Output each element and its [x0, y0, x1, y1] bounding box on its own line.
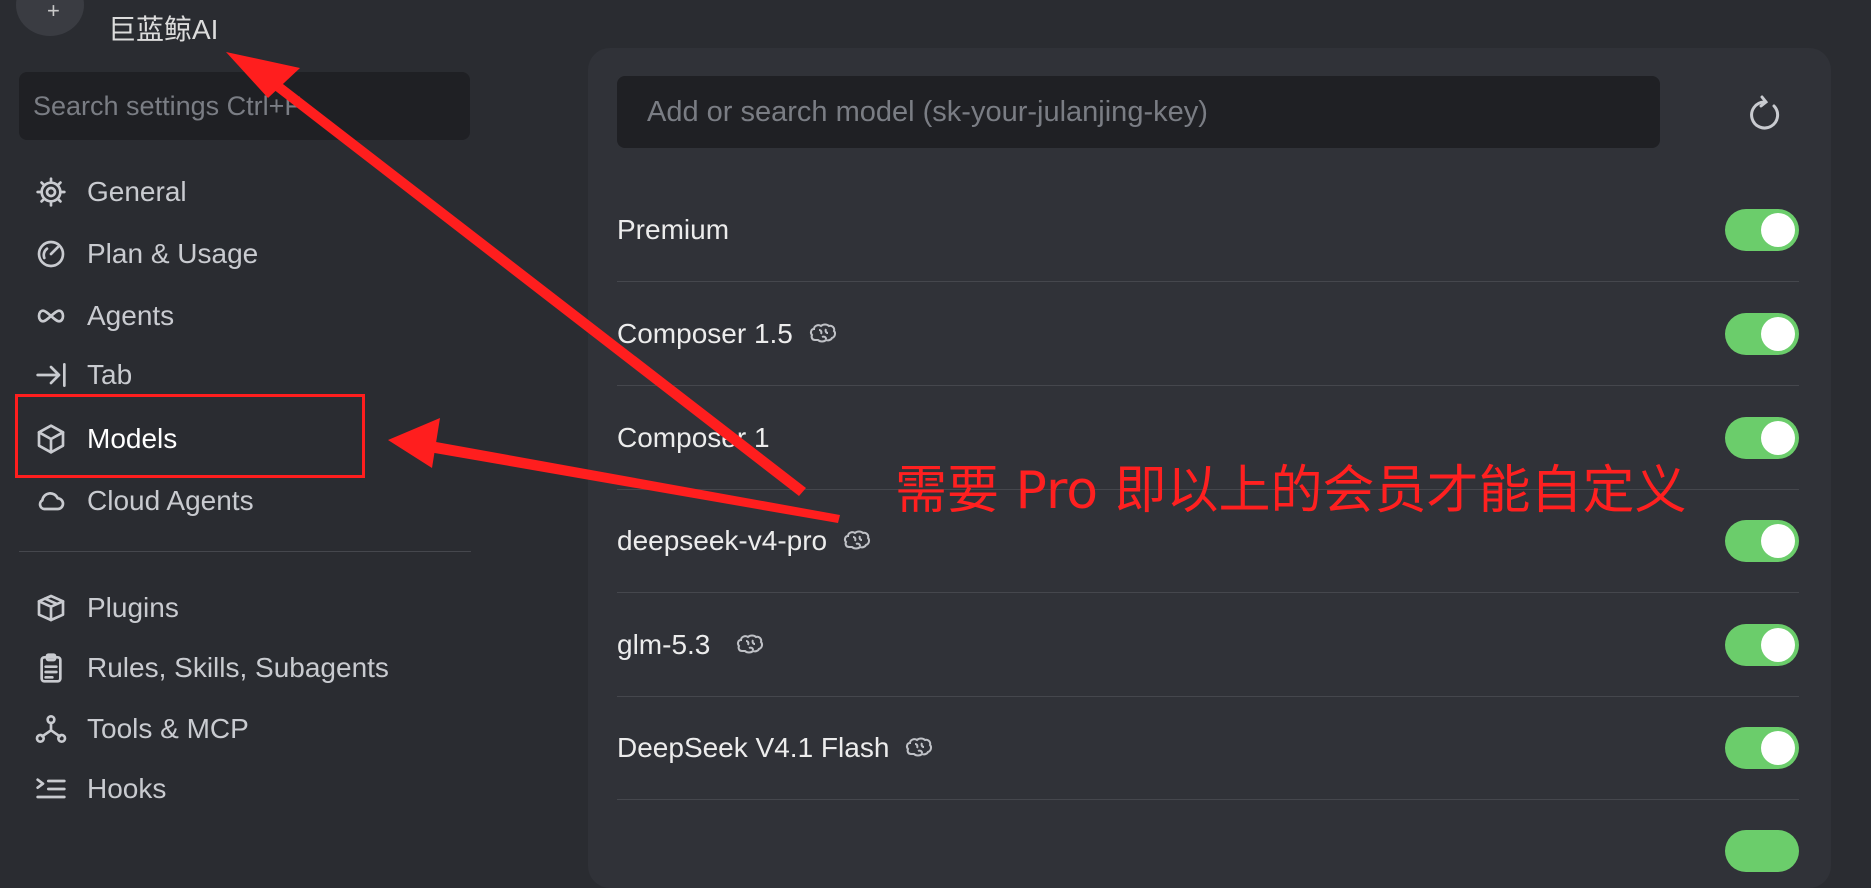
sidebar-item-rules-skills-subagents[interactable]: Rules, Skills, Subagents	[34, 642, 389, 694]
sidebar-item-agents[interactable]: Agents	[34, 290, 174, 342]
brand-name: 巨蓝鲸AI	[108, 14, 219, 45]
model-search-placeholder: Add or search model (sk-your-julanjing-k…	[647, 95, 1208, 128]
cloud-icon	[34, 484, 68, 518]
list-arrow-icon	[34, 772, 68, 806]
toggle-knob	[1761, 731, 1795, 765]
sidebar-item-label: General	[87, 176, 187, 207]
toggle-knob	[1761, 628, 1795, 662]
nodes-icon	[34, 712, 68, 746]
sidebar-item-label: Tab	[87, 359, 133, 390]
refresh-icon[interactable]	[1744, 94, 1784, 134]
sidebar-item-cloud-agents[interactable]: Cloud Agents	[34, 475, 254, 527]
sidebar-item-label: Tools & MCP	[87, 713, 249, 744]
brain-icon	[843, 529, 871, 553]
gauge-icon	[34, 237, 68, 271]
sidebar-item-general[interactable]: General	[34, 166, 187, 218]
model-toggle[interactable]	[1725, 520, 1799, 562]
sidebar-item-label: Agents	[87, 300, 175, 331]
brain-icon	[809, 322, 837, 346]
toggle-knob	[1761, 421, 1795, 455]
model-row-composer-1-5: Composer 1.5	[617, 282, 1799, 386]
brain-icon	[905, 736, 933, 760]
plus-icon: +	[47, 0, 60, 23]
toggle-knob	[1761, 524, 1795, 558]
model-toggle[interactable]	[1725, 313, 1799, 355]
settings-search-input[interactable]: Search settings Ctrl+F	[19, 72, 470, 140]
model-search-input[interactable]: Add or search model (sk-your-julanjing-k…	[617, 76, 1660, 148]
toggle-knob	[1761, 317, 1795, 351]
infinity-icon	[34, 299, 68, 333]
annotation-text: 需要 Pro 即以上的会员才能自定义	[895, 461, 1687, 521]
model-toggle[interactable]	[1725, 209, 1799, 251]
sidebar-item-tools-mcp[interactable]: Tools & MCP	[34, 703, 249, 755]
model-row-deepseek-v4-1-flash: DeepSeek V4.1 Flash	[617, 696, 1799, 800]
model-name: Composer 1.5	[617, 317, 793, 349]
model-toggle[interactable]	[1725, 417, 1799, 459]
model-name: Composer 1	[617, 421, 770, 453]
model-toggle[interactable]	[1725, 727, 1799, 769]
sidebar-item-hooks[interactable]: Hooks	[34, 763, 166, 815]
models-highlight-annotation	[15, 394, 365, 478]
model-name: Premium	[617, 213, 730, 245]
settings-search-placeholder: Search settings Ctrl+F	[33, 90, 301, 121]
sidebar-item-label: Plan & Usage	[87, 238, 259, 269]
sidebar-item-label: Hooks	[87, 773, 167, 804]
sidebar-item-plan-usage[interactable]: Plan & Usage	[34, 228, 258, 280]
model-name: deepseek-v4-pro	[617, 524, 828, 556]
sidebar-divider	[19, 551, 471, 552]
box-icon	[34, 591, 68, 625]
sidebar-item-label: Plugins	[87, 592, 179, 623]
model-name: DeepSeek V4.1 Flash	[617, 731, 890, 763]
gear-icon	[34, 175, 68, 209]
model-toggle-partial[interactable]	[1725, 830, 1799, 872]
sidebar-item-label: Rules, Skills, Subagents	[87, 652, 389, 683]
brain-icon	[736, 633, 764, 657]
arrow-right-bar-icon	[34, 358, 68, 392]
model-row-premium: Premium	[617, 178, 1799, 282]
sidebar-item-label: Cloud Agents	[87, 485, 254, 516]
model-toggle[interactable]	[1725, 624, 1799, 666]
model-row-glm-5-3: glm-5.3	[617, 593, 1799, 697]
clipboard-icon	[34, 651, 68, 685]
toggle-knob	[1761, 213, 1795, 247]
model-name: glm-5.3	[617, 628, 711, 660]
sidebar-item-plugins[interactable]: Plugins	[34, 582, 179, 634]
